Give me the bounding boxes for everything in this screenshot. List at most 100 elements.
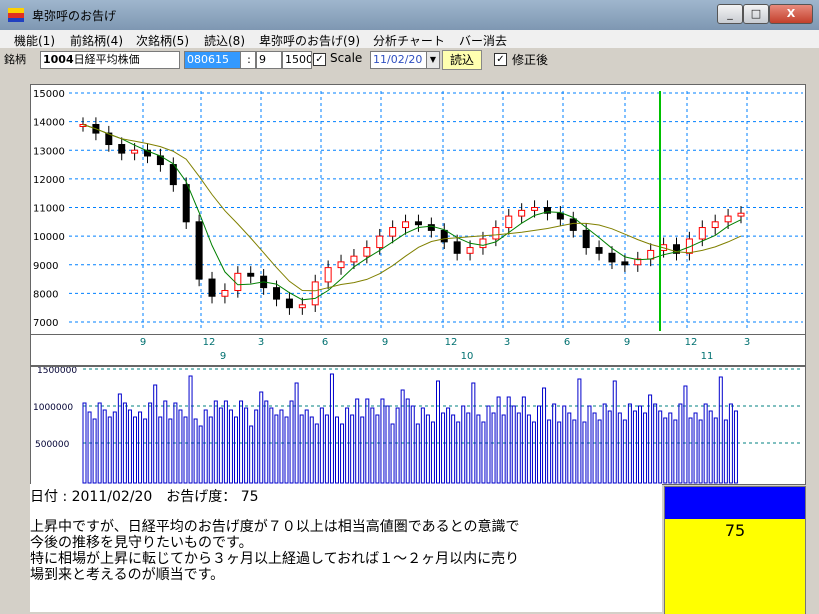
volume-bar [703, 403, 708, 484]
window-title: 卑弥呼のお告げ [32, 9, 117, 23]
range-button[interactable]: : [240, 51, 256, 69]
date-axis-svg: 9 12 3 6 9 12 3 6 9 12 3 9 10 11 [140, 337, 750, 362]
menu-prev-stock[interactable]: 前銘柄(4) [70, 32, 123, 49]
volume-bar [133, 416, 137, 484]
month-tick: 3 [504, 337, 510, 348]
date-axis: 9 12 3 6 9 12 3 6 9 12 3 9 10 11 [30, 334, 806, 366]
volume-bar [708, 410, 713, 484]
load-button[interactable]: 読込 [442, 50, 482, 70]
volume-bar [562, 405, 567, 484]
price-y-tick: 7000 [33, 318, 58, 329]
scale-checkbox[interactable]: ✓ [313, 53, 326, 66]
menu-next-stock[interactable]: 次銘柄(5) [136, 32, 189, 49]
price-y-tick: 8000 [33, 289, 58, 300]
price-candle [505, 215, 513, 229]
volume-bar [360, 416, 365, 484]
price-candle [582, 229, 590, 249]
volume-bar [638, 405, 642, 484]
price-chart[interactable]: 15000 14000 13000 12000 11000 10000 9000 8000 70… [30, 84, 806, 336]
volume-bar [370, 407, 375, 484]
price-candle [608, 252, 616, 263]
volume-y-tick: 500000 [35, 440, 70, 450]
volume-bar [557, 421, 562, 484]
volume-bar [249, 425, 254, 484]
volume-bar [486, 405, 491, 484]
volume-bar [567, 412, 572, 484]
maximize-button[interactable]: □ [743, 4, 769, 24]
price-candle [247, 272, 255, 277]
volume-bar [239, 400, 244, 484]
price-y-tick: 10000 [33, 232, 65, 243]
stock-code: 1004 [43, 53, 74, 66]
oracle-message-panel: 日付 : 2011/02/20 お告げ度： 75 上昇中ですが、日経平均のお告げ… [30, 484, 662, 612]
volume-bar [425, 414, 430, 484]
volume-bar [582, 421, 587, 484]
volume-bar [92, 418, 97, 484]
price-candle [466, 247, 474, 254]
minimize-button[interactable]: _ [717, 4, 743, 24]
menu-oracle[interactable]: 卑弥呼のお告げ(9) [259, 32, 360, 49]
volume-bar [274, 414, 279, 484]
start-date-field[interactable]: 080615 [184, 51, 242, 69]
menu-clear-bar[interactable]: バー消去 [459, 32, 507, 49]
volume-bar [269, 407, 274, 484]
adjusted-checkbox[interactable]: ✓ [494, 53, 507, 66]
volume-bar [521, 396, 526, 484]
volume-bar [127, 409, 132, 484]
volume-bar [395, 407, 400, 484]
price-candle [531, 207, 539, 211]
price-candle [711, 221, 719, 229]
month-tick: 9 [140, 337, 146, 348]
volume-bar [183, 416, 188, 484]
volume-bar [542, 387, 547, 484]
volume-bar [178, 409, 183, 484]
price-candle [518, 209, 526, 217]
price-candle [311, 281, 319, 306]
volume-chart[interactable]: 1500000 1000000 500000 [30, 366, 806, 485]
close-button[interactable]: X [769, 4, 813, 24]
volume-bar [112, 411, 117, 484]
volume-bar [324, 414, 329, 484]
price-y-tick: 9000 [33, 261, 58, 272]
menu-analysis-chart[interactable]: 分析チャート [373, 32, 445, 49]
volume-bar [304, 409, 309, 484]
stock-field[interactable]: 1004日経平均株価 [40, 51, 180, 69]
param-field-2[interactable]: 1500 [282, 51, 312, 69]
volume-bar [436, 380, 440, 484]
volume-bar [526, 414, 531, 484]
price-y-tick: 13000 [33, 146, 65, 157]
price-y-tick: 15000 [33, 89, 65, 100]
price-candle [427, 224, 435, 231]
volume-bar [193, 418, 198, 484]
price-candle [350, 255, 358, 263]
volume-bar [259, 391, 264, 484]
gauge-value: 75 [724, 521, 746, 540]
volume-bar [592, 412, 597, 484]
price-candle [337, 261, 345, 269]
price-candle [440, 229, 448, 243]
oracle-date-line: 日付 : 2011/02/20 お告げ度： 75 [30, 489, 259, 505]
price-candle [492, 227, 500, 240]
volume-bar [400, 389, 405, 484]
volume-bar [471, 382, 476, 484]
menu-function[interactable]: 機能(1) [14, 32, 55, 49]
param-field-1[interactable]: 9 [256, 51, 282, 69]
menu-load[interactable]: 読込(8) [204, 32, 245, 49]
volume-bar [375, 414, 380, 484]
price-candle [285, 298, 293, 309]
title-bar: 卑弥呼のお告げ _ □ X [0, 0, 819, 30]
price-candle [621, 261, 629, 266]
month-tick: 6 [564, 337, 570, 348]
date-select[interactable]: 11/02/20 [370, 51, 428, 69]
volume-bar [153, 384, 158, 484]
volume-bar [597, 419, 602, 484]
volume-bar [552, 403, 557, 484]
volume-bar [420, 407, 425, 484]
volume-y-tick: 1500000 [37, 367, 77, 376]
price-candle [479, 238, 487, 249]
price-candle [595, 247, 603, 254]
scale-label: Scale [330, 51, 363, 65]
stock-name: 日経平均株価 [73, 53, 140, 66]
chevron-down-icon[interactable]: ▼ [426, 51, 440, 69]
volume-bar [410, 405, 415, 484]
